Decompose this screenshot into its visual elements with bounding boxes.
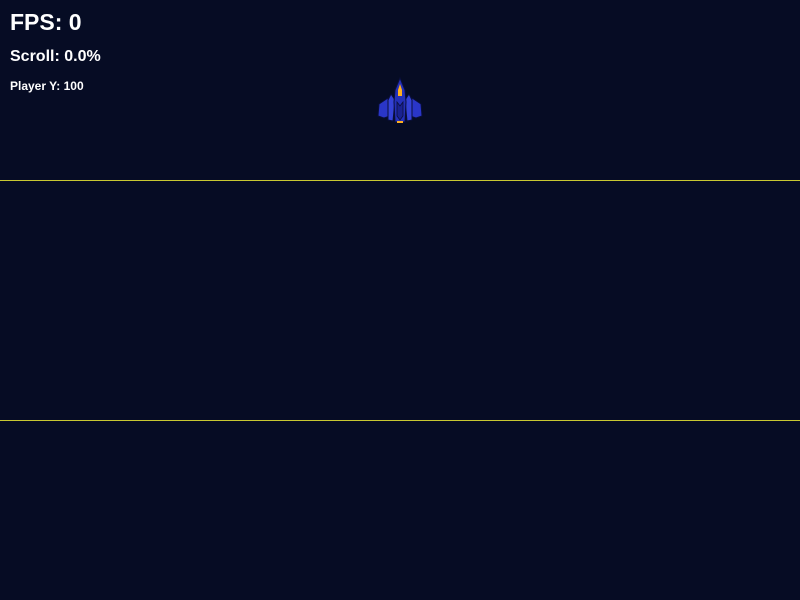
game-canvas[interactable]: FPS: 0 Scroll: 0.0% Player Y: 100 <box>0 0 800 600</box>
lower-scroll-boundary-line <box>0 420 800 421</box>
scroll-progress: Scroll: 0.0% <box>10 48 101 65</box>
player-y-readout: Player Y: 100 <box>10 79 84 93</box>
upper-scroll-boundary-line <box>0 180 800 181</box>
fps-counter: FPS: 0 <box>10 9 82 35</box>
player-ship <box>377 76 423 123</box>
